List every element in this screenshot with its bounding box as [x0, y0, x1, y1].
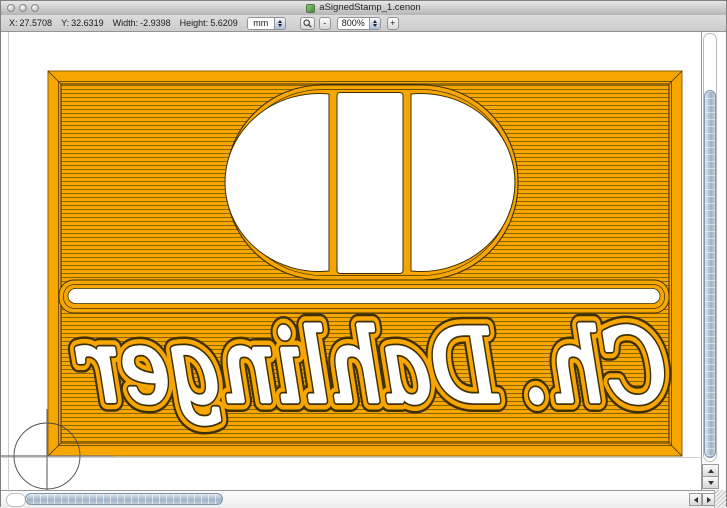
height-field: Height:5.6209 — [180, 18, 238, 28]
x-value: 27.5708 — [20, 18, 53, 28]
logo-shape[interactable] — [225, 85, 518, 280]
magnifier-button[interactable] — [300, 17, 315, 30]
unit-stepper[interactable] — [274, 18, 285, 29]
scroll-left-button[interactable] — [689, 493, 702, 506]
coordinate-toolbar: X:27.5708 Y:32.6319 Width:-2.9398 Height… — [1, 15, 726, 32]
document-icon — [306, 4, 315, 13]
arrow-right-icon — [707, 497, 711, 503]
stamp-drawing: Ch. Dahlinger Ch. Dahlinger Ch. Dahlinge… — [1, 32, 701, 490]
width-field: Width:-2.9398 — [113, 18, 171, 28]
zoom-level-dropdown[interactable]: 800% — [337, 17, 381, 30]
arrow-left-icon — [694, 497, 698, 503]
scroll-down-button[interactable] — [702, 476, 719, 489]
app-window: aSignedStamp_1.cenon X:27.5708 Y:32.6319… — [0, 0, 727, 507]
arrow-up-icon — [708, 469, 714, 473]
stepper-up-icon — [373, 20, 377, 23]
magnifier-icon — [303, 19, 312, 28]
stepper-down-icon — [373, 24, 377, 27]
vertical-scrollbar-thumb[interactable] — [704, 90, 716, 458]
horizontal-scrollbar-thumb[interactable] — [25, 493, 223, 505]
arrow-down-icon — [708, 481, 714, 485]
unit-value: mm — [248, 18, 274, 29]
horizontal-scrollbar[interactable] — [1, 490, 726, 508]
y-value: 32.6319 — [71, 18, 104, 28]
height-value: 5.6209 — [210, 18, 238, 28]
logo-middle-window — [337, 93, 403, 274]
stepper-down-icon — [278, 24, 282, 27]
stepper-up-icon — [278, 20, 282, 23]
x-label: X: — [9, 18, 18, 28]
title-wrap: aSignedStamp_1.cenon — [1, 1, 726, 15]
vertical-scrollbar[interactable] — [701, 32, 718, 490]
height-label: Height: — [180, 18, 209, 28]
width-value: -2.9398 — [140, 18, 171, 28]
signature[interactable]: Ch. Dahlinger Ch. Dahlinger Ch. Dahlinge… — [77, 308, 666, 425]
signature-stroke: Ch. Dahlinger — [77, 308, 666, 425]
y-label: Y: — [61, 18, 69, 28]
zoom-stepper[interactable] — [369, 18, 380, 29]
horizontal-scrollbar-track-cap — [6, 493, 26, 507]
zoom-in-button[interactable]: + — [387, 17, 399, 30]
x-coordinate-field: X:27.5708 — [9, 18, 52, 28]
title-bar[interactable]: aSignedStamp_1.cenon — [1, 1, 726, 16]
drawing-canvas[interactable]: Ch. Dahlinger Ch. Dahlinger Ch. Dahlinge… — [1, 32, 701, 490]
width-label: Width: — [113, 18, 139, 28]
y-coordinate-field: Y:32.6319 — [61, 18, 104, 28]
zoom-out-button[interactable]: - — [319, 17, 331, 30]
window-title: aSignedStamp_1.cenon — [319, 1, 420, 15]
resize-grip[interactable] — [714, 490, 726, 508]
zoom-level-value: 800% — [338, 18, 369, 29]
unit-dropdown[interactable]: mm — [247, 17, 286, 30]
